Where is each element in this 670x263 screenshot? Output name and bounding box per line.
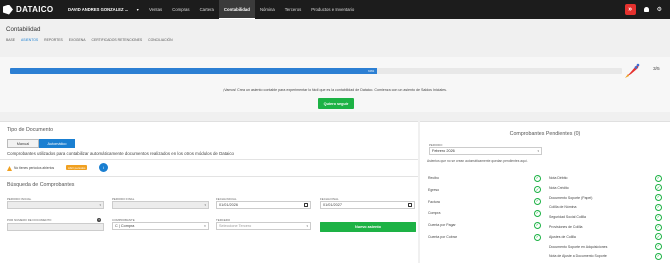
clear-icon[interactable]: × <box>204 224 206 228</box>
chevron-down-icon: ▾ <box>306 224 308 228</box>
check-icon: ✓ <box>534 174 541 182</box>
main-nav: Ventas Compras Cartera Contabilidad Nómi… <box>144 0 359 19</box>
page-title: Contabilidad <box>6 26 41 33</box>
expand-button[interactable]: » <box>624 4 636 15</box>
check-icon: ✓ <box>534 209 541 217</box>
bell-icon[interactable] <box>643 7 649 12</box>
tab-asientos[interactable]: ASIENTOS <box>21 38 38 42</box>
pending-item-label: Colilla de Nómina <box>549 205 577 210</box>
open-periods-badge[interactable]: Abrir periodos <box>66 165 88 170</box>
pending-item-label: Ajustes de Colilla <box>549 234 576 239</box>
sub-nav: BASE ASIENTOS REPORTES EXOGENA CERTIFICA… <box>6 38 173 42</box>
tab-exogena[interactable]: EXOGENA <box>69 38 86 42</box>
pending-item-label: Nota de Ajuste a Documento Soporte <box>549 254 607 259</box>
fecha-final-value: 01/01/2027 <box>323 203 343 207</box>
pending-item-label: Compra <box>428 211 441 216</box>
continue-button[interactable]: Quiero seguir <box>318 98 354 109</box>
manual-toggle-button[interactable]: Manual <box>7 139 39 148</box>
fecha-inicial-value: 01/01/2026 <box>219 203 239 207</box>
gear-icon[interactable]: ⚙ <box>657 6 662 13</box>
check-icon: ✓ <box>534 233 541 241</box>
auto-toggle-button[interactable]: Automático <box>39 139 75 148</box>
chevron-down-icon[interactable]: ▼ <box>136 8 142 12</box>
pending-note: Asientos que no se crean automáticamente… <box>427 159 528 163</box>
check-icon: ✓ <box>655 174 662 182</box>
pending-item-label: Documento Soporte en Adquisiciones <box>549 244 608 249</box>
nav-terceros[interactable]: Terceros <box>280 0 306 19</box>
help-icon[interactable]: ? <box>97 218 101 222</box>
logo-text: DATAICO <box>16 5 54 14</box>
nav-compras[interactable]: Compras <box>167 0 194 19</box>
info-icon[interactable]: i <box>99 163 108 172</box>
pending-item-label: Recibo <box>428 176 439 180</box>
nav-contabilidad[interactable]: Contabilidad <box>218 0 255 19</box>
company-selector[interactable]: DAVID ANDRES GONZALEZ ... <box>68 7 134 12</box>
chevron-down-icon: ▾ <box>99 203 101 207</box>
tercero-select[interactable]: Seleccione Tercero ▾ <box>216 222 311 230</box>
pending-item-label: Nota Débito <box>549 176 568 180</box>
comprobante-select[interactable]: C | Compra × <box>112 222 209 230</box>
pending-item-label: Cuenta por Cobrar <box>428 235 457 239</box>
pending-item-label: Seguridad Social Colilla <box>549 215 586 220</box>
progress-bar: 60% <box>10 68 622 74</box>
progress-steps: 3/5 <box>653 67 660 72</box>
divider <box>0 176 418 177</box>
rocket-icon <box>625 63 640 78</box>
document-type-title: Tipo de Documento <box>7 127 54 133</box>
progress-percent: 60% <box>368 69 375 73</box>
calendar-icon[interactable] <box>304 203 308 207</box>
document-type-description: Comprobantes utilizados para contabiliza… <box>7 151 234 156</box>
nav-ventas[interactable]: Ventas <box>144 0 167 19</box>
chevron-down-icon: ▾ <box>537 149 539 153</box>
progress-fill: 60% <box>10 68 378 74</box>
tercero-placeholder: Seleccione Tercero <box>219 224 252 228</box>
chevron-down-icon: ▾ <box>204 203 206 207</box>
top-right-actions: » ⚙ <box>624 0 670 19</box>
progress-message: ¡Vamos! Crea un asiento contable para ex… <box>223 88 447 92</box>
tab-certificados-retenciones[interactable]: CERTIFICADOS RETENCIONES <box>92 38 143 42</box>
check-icon: ✓ <box>655 213 662 221</box>
document-type-toggle: Manual Automático <box>7 139 75 148</box>
new-entry-button[interactable]: Nuevo asiento <box>320 222 416 232</box>
pending-title: Comprobantes Pendientes (0) <box>509 131 581 137</box>
search-title: Búsqueda de Comprobantes <box>7 182 75 188</box>
pending-item-label: Nota Crédito <box>549 185 569 190</box>
logo-icon <box>3 4 13 15</box>
fecha-final-input[interactable]: 01/01/2027 <box>320 201 415 209</box>
tab-conciliacion[interactable]: CONCILIACIÓN <box>148 38 173 42</box>
nav-productos-inventario[interactable]: Productos e Inventario <box>306 0 359 19</box>
numero-documento-input[interactable] <box>7 223 104 231</box>
period-value: Febrero 2026 <box>432 149 455 153</box>
divider <box>0 159 418 160</box>
check-icon: ✓ <box>655 223 662 231</box>
top-navbar: DATAICO DAVID ANDRES GONZALEZ ... ▼ Vent… <box>0 0 670 19</box>
pending-item-label: Documento Soporte (Papel) <box>549 195 593 200</box>
numero-documento-label: POR NUMERO DE DOCUMENTO <box>7 218 52 222</box>
period-select[interactable]: Febrero 2026 ▾ <box>429 147 542 155</box>
pending-vouchers-panel <box>420 121 670 263</box>
fecha-inicial-input[interactable]: 01/01/2026 <box>216 201 311 209</box>
check-icon: ✓ <box>655 203 662 211</box>
nav-cartera[interactable]: Cartera <box>195 0 219 19</box>
tab-base[interactable]: BASE <box>6 38 15 42</box>
periodo-final-select[interactable]: ▾ <box>112 201 209 209</box>
pending-item-label: Factura <box>428 199 440 204</box>
calendar-icon[interactable] <box>408 203 412 207</box>
comprobante-value: C | Compra <box>115 224 135 228</box>
pending-item-label: Provisiones de Colilla <box>549 225 583 229</box>
tab-reportes[interactable]: REPORTES <box>44 38 63 42</box>
pending-item-label: Egreso <box>428 187 440 192</box>
check-icon: ✓ <box>534 221 541 229</box>
check-icon: ✓ <box>655 252 662 260</box>
nav-nomina[interactable]: Nómina <box>255 0 280 19</box>
logo[interactable]: DATAICO <box>3 4 63 15</box>
pending-item-label: Cuenta por Pagar <box>428 223 456 228</box>
no-periods-warning: No tienes periodos abiertos <box>14 166 55 170</box>
periodo-inicial-select[interactable]: ▾ <box>7 201 104 209</box>
